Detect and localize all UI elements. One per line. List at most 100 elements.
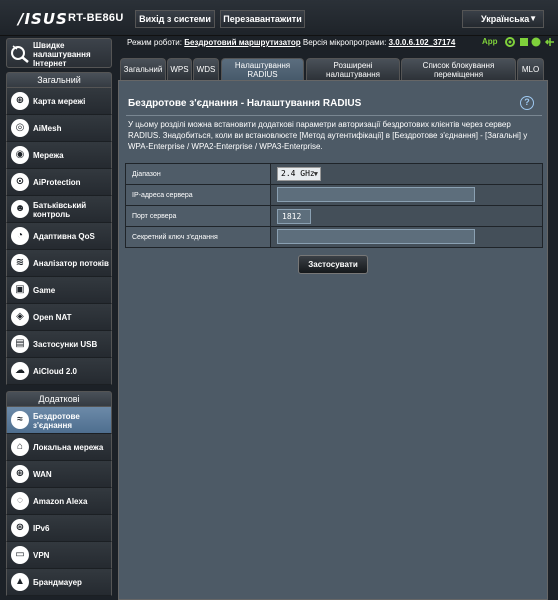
tab-label: Розширені налаштування bbox=[326, 60, 380, 79]
sidebar-item-label: Open NAT bbox=[33, 313, 72, 322]
band-select[interactable]: 2.4 GHz ▼ bbox=[277, 167, 321, 181]
tab-wds[interactable]: WDS bbox=[193, 58, 219, 80]
sidebar-item-label: Game bbox=[33, 286, 56, 295]
sidebar-item-label: Бездротове з'єднання bbox=[33, 411, 80, 430]
vpn-icon: ▭ bbox=[11, 546, 29, 564]
status-line: Режим роботи: Бездротовий маршрутизатор … bbox=[127, 38, 455, 47]
guest-icon[interactable] bbox=[531, 37, 541, 47]
tab-wps[interactable]: WPS bbox=[167, 58, 192, 80]
sidebar-item[interactable]: ◌ Amazon Alexa bbox=[6, 488, 112, 515]
server-ip-cell bbox=[270, 184, 543, 206]
open-nat-icon: ◈ bbox=[11, 308, 29, 326]
sidebar-item[interactable]: ◎ AiMesh bbox=[6, 115, 112, 142]
traffic-analyzer-icon: ≋ bbox=[11, 254, 29, 272]
sidebar-item[interactable]: ◉ Мережа bbox=[6, 142, 112, 169]
icon-glyph: ☻ bbox=[14, 203, 26, 214]
radius-settings-table: Діапазон 2.4 GHz ▼ IP-адреса сервера Пор… bbox=[125, 163, 543, 248]
icon-glyph: ⌂ bbox=[16, 441, 24, 452]
sidebar-item-label: Amazon Alexa bbox=[33, 497, 88, 506]
sidebar-item[interactable]: ▲ Брандмауер bbox=[6, 569, 112, 596]
band-cell: 2.4 GHz ▼ bbox=[270, 163, 543, 185]
icon-glyph: ⊛ bbox=[15, 522, 25, 533]
icon-glyph: ≈ bbox=[17, 414, 23, 425]
qos-icon: ◔ bbox=[11, 227, 29, 245]
ipv6-icon: ⊛ bbox=[11, 519, 29, 537]
logout-button[interactable]: Вихід з системи bbox=[135, 10, 215, 28]
sidebar-item-label: Батьківський контроль bbox=[33, 200, 87, 219]
asus-logo[interactable]: /ISUS bbox=[18, 10, 68, 28]
sidebar-item-label: Аналізатор потоків bbox=[33, 259, 109, 268]
tab-roaming-block-list[interactable]: Список блокування переміщення bbox=[401, 58, 516, 80]
aicloud-icon: ☁ bbox=[11, 362, 29, 380]
sidebar-item[interactable]: ☻ Батьківський контроль bbox=[6, 196, 112, 223]
sidebar-item-label: Брандмауер bbox=[33, 578, 82, 587]
guest-network-icon: ◉ bbox=[11, 146, 29, 164]
status-icon-group bbox=[505, 37, 555, 47]
secret-key-label: Секретний ключ з'єднання bbox=[125, 226, 271, 248]
sidebar-item[interactable]: ▭ VPN bbox=[6, 542, 112, 569]
content-panel: Бездротове з'єднання - Налаштування RADI… bbox=[118, 80, 548, 600]
tab-general[interactable]: Загальний bbox=[120, 58, 166, 80]
server-port-input[interactable]: 1812 bbox=[277, 208, 311, 224]
qis-label: Швидке налаштування Інтернет bbox=[33, 41, 91, 68]
sidebar-item[interactable]: ≈ Бездротове з'єднання bbox=[6, 407, 112, 434]
app-link[interactable]: App bbox=[482, 37, 498, 46]
sidebar-item-label: Мережа bbox=[33, 151, 64, 160]
sidebar-item-label: Застосунки USB bbox=[33, 340, 98, 349]
sidebar-item[interactable]: ≋ Аналізатор потоків bbox=[6, 250, 112, 277]
model-name: RT-BE86U bbox=[68, 12, 124, 24]
firmware-version-link[interactable]: 3.0.0.6.102_37174 bbox=[389, 38, 456, 47]
status-icons: App bbox=[482, 36, 556, 48]
apply-button[interactable]: Застосувати bbox=[298, 255, 368, 274]
sidebar-item[interactable]: ⊕ WAN bbox=[6, 461, 112, 488]
sidebar-item-label: AiMesh bbox=[33, 124, 62, 133]
tab-label: MLO bbox=[521, 65, 540, 74]
sidebar-item[interactable]: ▤ Застосунки USB bbox=[6, 331, 112, 358]
sidebar-item[interactable]: ▣ Game bbox=[6, 277, 112, 304]
server-ip-input[interactable] bbox=[277, 186, 475, 202]
quick-internet-setup-button[interactable]: Швидке налаштування Інтернет bbox=[6, 38, 112, 68]
icon-glyph: ▭ bbox=[15, 549, 25, 560]
band-label: Діапазон bbox=[125, 163, 271, 185]
sidebar-item[interactable]: ⊕ Карта мережі bbox=[6, 88, 112, 115]
reboot-button[interactable]: Перезавантажити bbox=[220, 10, 305, 28]
icon-glyph: ▣ bbox=[15, 284, 25, 295]
usb-status-icon[interactable] bbox=[545, 38, 555, 46]
table-row: Порт сервера 1812 bbox=[125, 205, 543, 227]
network-status-icon[interactable] bbox=[520, 38, 529, 46]
icon-glyph: ≋ bbox=[15, 257, 25, 268]
tab-label: Налаштування RADIUS bbox=[234, 60, 291, 79]
secret-key-cell bbox=[270, 226, 543, 248]
aimesh-icon: ◎ bbox=[11, 119, 29, 137]
table-row: Діапазон 2.4 GHz ▼ bbox=[125, 163, 543, 185]
top-bar: /ISUS RT-BE86U Вихід з системи Перезаван… bbox=[0, 0, 558, 36]
icon-glyph: ▤ bbox=[15, 338, 25, 349]
sidebar-item-label: Локальна мережа bbox=[33, 443, 104, 452]
sidebar-item[interactable]: ◈ Open NAT bbox=[6, 304, 112, 331]
tab-radius-settings[interactable]: Налаштування RADIUS bbox=[221, 58, 304, 80]
icon-glyph: ▲ bbox=[15, 576, 25, 587]
server-port-cell: 1812 bbox=[270, 205, 543, 227]
tab-professional[interactable]: Розширені налаштування bbox=[306, 58, 400, 80]
sidebar-item-label: Адаптивна QoS bbox=[33, 232, 95, 241]
parental-control-icon: ☻ bbox=[11, 200, 29, 218]
page-title: Бездротове з'єднання - Налаштування RADI… bbox=[128, 98, 362, 109]
icon-glyph: ◎ bbox=[15, 122, 25, 133]
sidebar-item[interactable]: ⊛ IPv6 bbox=[6, 515, 112, 542]
help-icon[interactable]: ? bbox=[520, 96, 534, 110]
language-label: Українська bbox=[481, 14, 530, 24]
sidebar-item[interactable]: ☁ AiCloud 2.0 bbox=[6, 358, 112, 385]
band-select-value: 2.4 GHz bbox=[281, 169, 315, 178]
tab-label: Список блокування переміщення bbox=[422, 60, 495, 79]
gear-icon[interactable] bbox=[505, 37, 516, 47]
operation-mode-link[interactable]: Бездротовий маршрутизатор bbox=[184, 38, 300, 47]
language-select[interactable]: Українська ▼ bbox=[462, 10, 544, 28]
chevron-down-icon: ▼ bbox=[313, 170, 318, 178]
sidebar-item[interactable]: ⊙ AiProtection bbox=[6, 169, 112, 196]
sidebar-item[interactable]: ◔ Адаптивна QoS bbox=[6, 223, 112, 250]
tab-mlo[interactable]: MLO bbox=[517, 58, 544, 80]
sidebar-item-label: Карта мережі bbox=[33, 97, 86, 106]
secret-key-input[interactable] bbox=[277, 228, 475, 244]
sidebar-item[interactable]: ⌂ Локальна мережа bbox=[6, 434, 112, 461]
title-divider bbox=[126, 115, 542, 116]
